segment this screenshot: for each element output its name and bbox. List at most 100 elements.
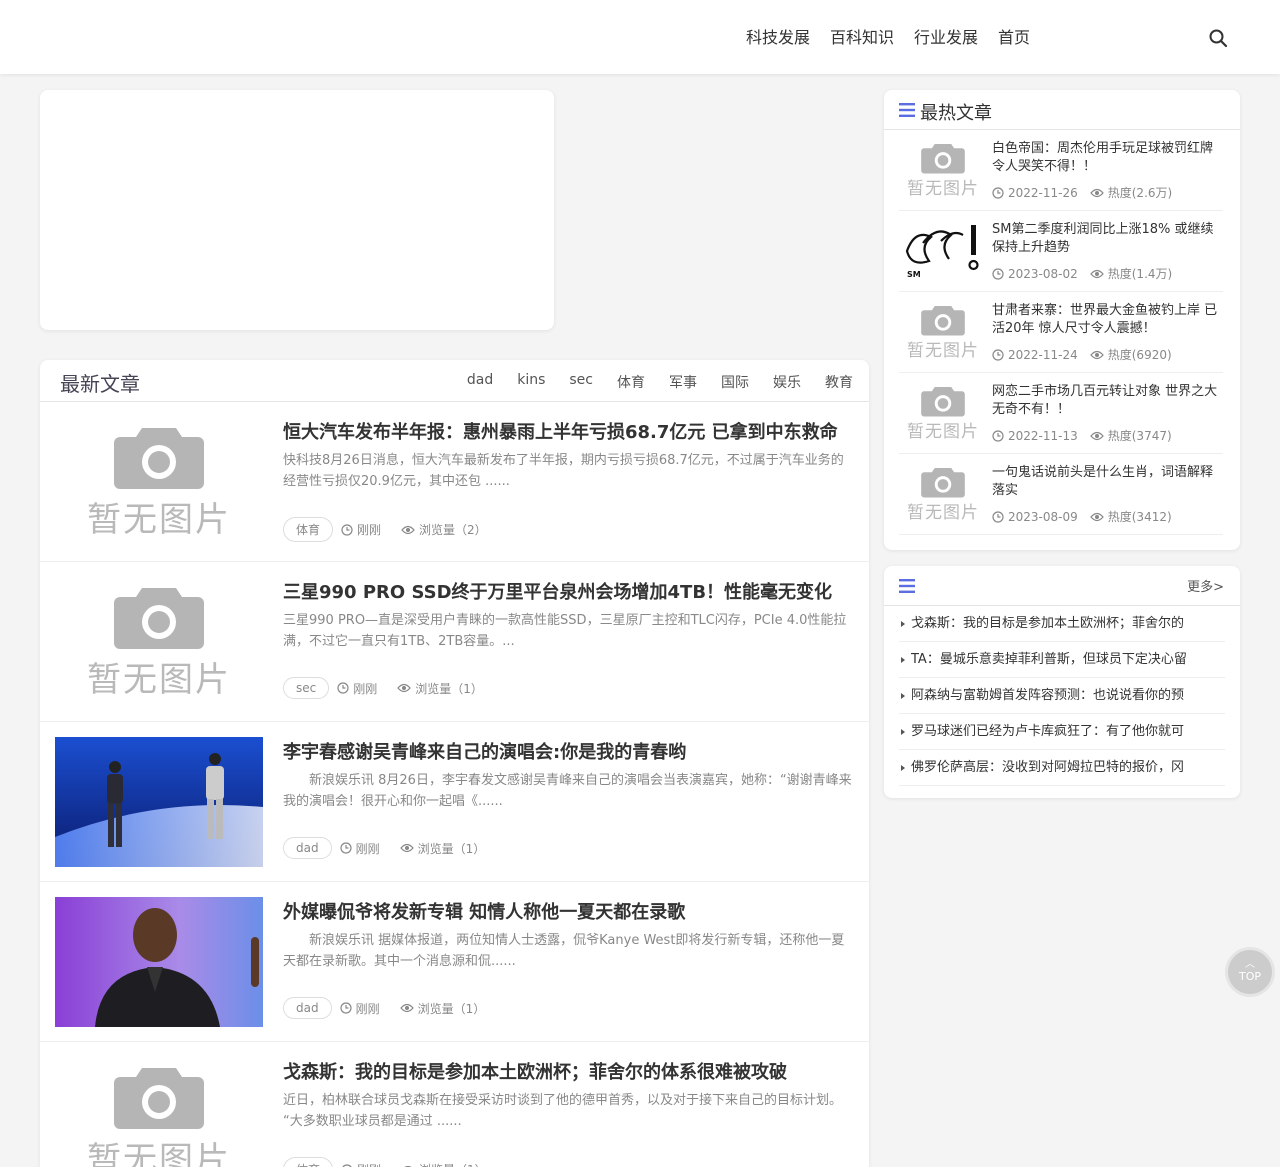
site-header: 科技发展 百科知识 行业发展 首页 bbox=[0, 0, 1280, 74]
menu-icon bbox=[899, 579, 915, 593]
placeholder-image[interactable]: 暂无图片 bbox=[901, 464, 985, 524]
hot-article-date: 2022-11-26 bbox=[992, 184, 1078, 201]
hot-article-date: 2023-08-02 bbox=[992, 265, 1078, 282]
category-tab[interactable]: 娱乐 bbox=[773, 372, 801, 392]
nav-item-home[interactable]: 首页 bbox=[988, 26, 1040, 50]
camera-icon bbox=[921, 305, 965, 336]
list-item[interactable]: 阿森纳与富勒姆首发阵容预测：也说说看你的预 bbox=[899, 678, 1225, 714]
article-excerpt: 三星990 PRO—直是深受用户青睐的一款高性能SSD，三星原厂主控和TLC闪存… bbox=[283, 613, 847, 649]
category-tab[interactable]: 军事 bbox=[669, 372, 697, 392]
no-image-text: 暂无图片 bbox=[87, 499, 231, 540]
eye-icon bbox=[401, 525, 415, 534]
article-tag[interactable]: dad bbox=[283, 837, 332, 859]
placeholder-image[interactable]: 暂无图片 bbox=[55, 417, 263, 547]
latest-articles-header: 最新文章 dad kins sec 体育 军事 国际 娱乐 教育 bbox=[40, 360, 869, 402]
category-tab[interactable]: kins bbox=[517, 372, 545, 392]
no-image-text: 暂无图片 bbox=[87, 1139, 231, 1167]
article-views: 浏览量（1） bbox=[397, 680, 483, 697]
article-tag[interactable]: sec bbox=[283, 677, 330, 699]
article-item: 暂无图片 三星990 PRO SSD终于万里平台泉州会场增加4TB！性能毫无变化三… bbox=[40, 562, 869, 722]
hot-article-heat: 热度(2.6万) bbox=[1089, 184, 1172, 201]
placeholder-image[interactable]: 暂无图片 bbox=[901, 383, 985, 443]
views-text: 浏览量（1） bbox=[419, 1161, 487, 1167]
nav-item-tech[interactable]: 科技发展 bbox=[736, 26, 820, 50]
hot-article-title[interactable]: 一句鬼话说前头是什么生肖，词语解释落实 bbox=[992, 464, 1223, 500]
no-image-text: 暂无图片 bbox=[907, 178, 979, 199]
views-text: 浏览量（1） bbox=[417, 841, 486, 856]
placeholder-image[interactable]: 暂无图片 bbox=[55, 577, 263, 707]
time-text: 刚刚 bbox=[353, 681, 378, 696]
views-text: 浏览量（1） bbox=[415, 681, 483, 696]
sm-logo-image[interactable]: SM bbox=[901, 221, 985, 281]
banner-area bbox=[40, 90, 554, 330]
clock-icon bbox=[992, 429, 1004, 442]
list-item[interactable]: 罗马球迷们已经为卢卡库疯狂了：有了他你就可 bbox=[899, 714, 1225, 750]
category-tabs: dad kins sec 体育 军事 国际 娱乐 教育 bbox=[467, 372, 853, 392]
hot-article-title[interactable]: SM第二季度利润同比上涨18% 或继续保持上升趋势 bbox=[992, 221, 1223, 257]
date-text: 2023-08-02 bbox=[1008, 266, 1078, 281]
no-image-text: 暂无图片 bbox=[907, 421, 979, 442]
camera-icon bbox=[114, 1067, 204, 1129]
article-tag[interactable]: 体育 bbox=[283, 1157, 334, 1167]
hot-article-title[interactable]: 甘肃者来寨：世界最大金鱼被钓上岸 已活20年 惊人尺寸令人震撼！ bbox=[992, 302, 1223, 338]
article-time: 刚刚 bbox=[341, 521, 381, 538]
hot-article-heat: 热度(3747) bbox=[1089, 427, 1172, 444]
recent-links: 更多> 戈森斯：我的目标是参加本土欧洲杯；菲舍尔的 TA：曼城乐意卖掉菲利普斯，… bbox=[884, 566, 1240, 798]
nav-item-industry[interactable]: 行业发展 bbox=[904, 26, 988, 50]
date-text: 2023-08-09 bbox=[1008, 509, 1078, 524]
hot-article-meta: 2022-11-13 热度(3747) bbox=[992, 427, 1172, 444]
article-views: 浏览量（1） bbox=[401, 1161, 487, 1167]
article-title[interactable]: 三星990 PRO SSD终于万里平台泉州会场增加4TB！性能毫无变化 bbox=[283, 578, 832, 604]
search-icon[interactable] bbox=[1208, 28, 1228, 48]
hot-article-heat: 热度(6920) bbox=[1089, 346, 1172, 363]
list-item[interactable]: 戈森斯：我的目标是参加本土欧洲杯；菲舍尔的 bbox=[899, 606, 1225, 642]
placeholder-image[interactable]: 暂无图片 bbox=[901, 302, 985, 362]
camera-icon bbox=[921, 467, 965, 498]
time-text: 刚刚 bbox=[355, 1001, 380, 1016]
category-tab[interactable]: dad bbox=[467, 372, 493, 392]
article-title[interactable]: 李宇春感谢吴青峰来自己的演唱会:你是我的青春哟 bbox=[283, 738, 686, 764]
date-text: 2022-11-13 bbox=[1008, 428, 1078, 443]
hot-article-title[interactable]: 网恋二手市场几百元转让对象 世界之大无奇不有！！ bbox=[992, 383, 1223, 419]
category-tab[interactable]: sec bbox=[569, 372, 593, 392]
article-tag[interactable]: 体育 bbox=[283, 517, 334, 542]
hot-article-date: 2022-11-24 bbox=[992, 346, 1078, 363]
camera-icon bbox=[921, 386, 965, 417]
article-title[interactable]: 恒大汽车发布半年报：惠州暴雨上半年亏损68.7亿元 已拿到中东救命 bbox=[283, 418, 838, 444]
placeholder-image[interactable]: 暂无图片 bbox=[901, 140, 985, 200]
hot-article-item: 暂无图片 网恋二手市场几百元转让对象 世界之大无奇不有！！ 2022-11-13 热度… bbox=[899, 373, 1223, 454]
category-tab[interactable]: 体育 bbox=[617, 372, 645, 392]
clock-icon bbox=[992, 348, 1004, 361]
more-link[interactable]: 更多> bbox=[1187, 576, 1224, 595]
time-text: 刚刚 bbox=[355, 841, 380, 856]
recent-links-list: 戈森斯：我的目标是参加本土欧洲杯；菲舍尔的 TA：曼城乐意卖掉菲利普斯，但球员下… bbox=[884, 606, 1240, 786]
category-tab[interactable]: 国际 bbox=[721, 372, 749, 392]
back-to-top-button[interactable]: ︿ TOP bbox=[1228, 950, 1272, 994]
article-excerpt: 快科技8月26日消息，恒大汽车最新发布了半年报，期内亏损亏损68.7亿元，不过属… bbox=[283, 453, 844, 489]
article-item: 暂无图片 恒大汽车发布半年报：惠州暴雨上半年亏损68.7亿元 已拿到中东救命快科技… bbox=[40, 402, 869, 562]
nav-item-encyclopedia[interactable]: 百科知识 bbox=[820, 26, 904, 50]
eye-icon bbox=[1089, 188, 1104, 197]
article-item: 外媒曝侃爷将发新专辑 知情人称他一夏天都在录歌 新浪娱乐讯 据媒体报道，两位知情… bbox=[40, 882, 869, 1042]
main-nav: 科技发展 百科知识 行业发展 首页 bbox=[736, 26, 1040, 50]
placeholder-image[interactable]: 暂无图片 bbox=[55, 1057, 263, 1167]
portrait-photo[interactable] bbox=[55, 897, 263, 1027]
article-views: 浏览量（1） bbox=[399, 1000, 485, 1017]
concert-photo[interactable] bbox=[55, 737, 263, 867]
menu-icon bbox=[899, 103, 915, 117]
article-tag[interactable]: dad bbox=[283, 997, 332, 1019]
article-excerpt: 近日，柏林联合球员戈森斯在接受采访时谈到了他的德甲首秀，以及对于接下来自己的目标… bbox=[283, 1093, 843, 1129]
list-item[interactable]: TA：曼城乐意卖掉菲利普斯，但球员下定决心留 bbox=[899, 642, 1225, 678]
hot-articles: 最热文章 暂无图片 白色帝国：周杰伦用手玩足球被罚红牌 令人哭笑不得！！ 2022-… bbox=[884, 90, 1240, 550]
clock-icon bbox=[341, 523, 353, 536]
time-text: 刚刚 bbox=[357, 1161, 381, 1167]
heat-text: 热度(6920) bbox=[1107, 348, 1172, 362]
list-item[interactable]: 佛罗伦萨高层：没收到对阿姆拉巴特的报价，冈 bbox=[899, 750, 1225, 786]
hot-articles-header: 最热文章 bbox=[884, 90, 1240, 130]
article-title[interactable]: 戈森斯：我的目标是参加本土欧洲杯；菲舍尔的体系很难被攻破 bbox=[283, 1058, 787, 1084]
category-tab[interactable]: 教育 bbox=[825, 372, 853, 392]
hot-article-title[interactable]: 白色帝国：周杰伦用手玩足球被罚红牌 令人哭笑不得！！ bbox=[992, 140, 1223, 176]
hot-article-item: SM SM第二季度利润同比上涨18% 或继续保持上升趋势 2023-08-02 热度(… bbox=[899, 211, 1223, 292]
article-title[interactable]: 外媒曝侃爷将发新专辑 知情人称他一夏天都在录歌 bbox=[283, 898, 685, 924]
eye-icon bbox=[1089, 269, 1104, 278]
